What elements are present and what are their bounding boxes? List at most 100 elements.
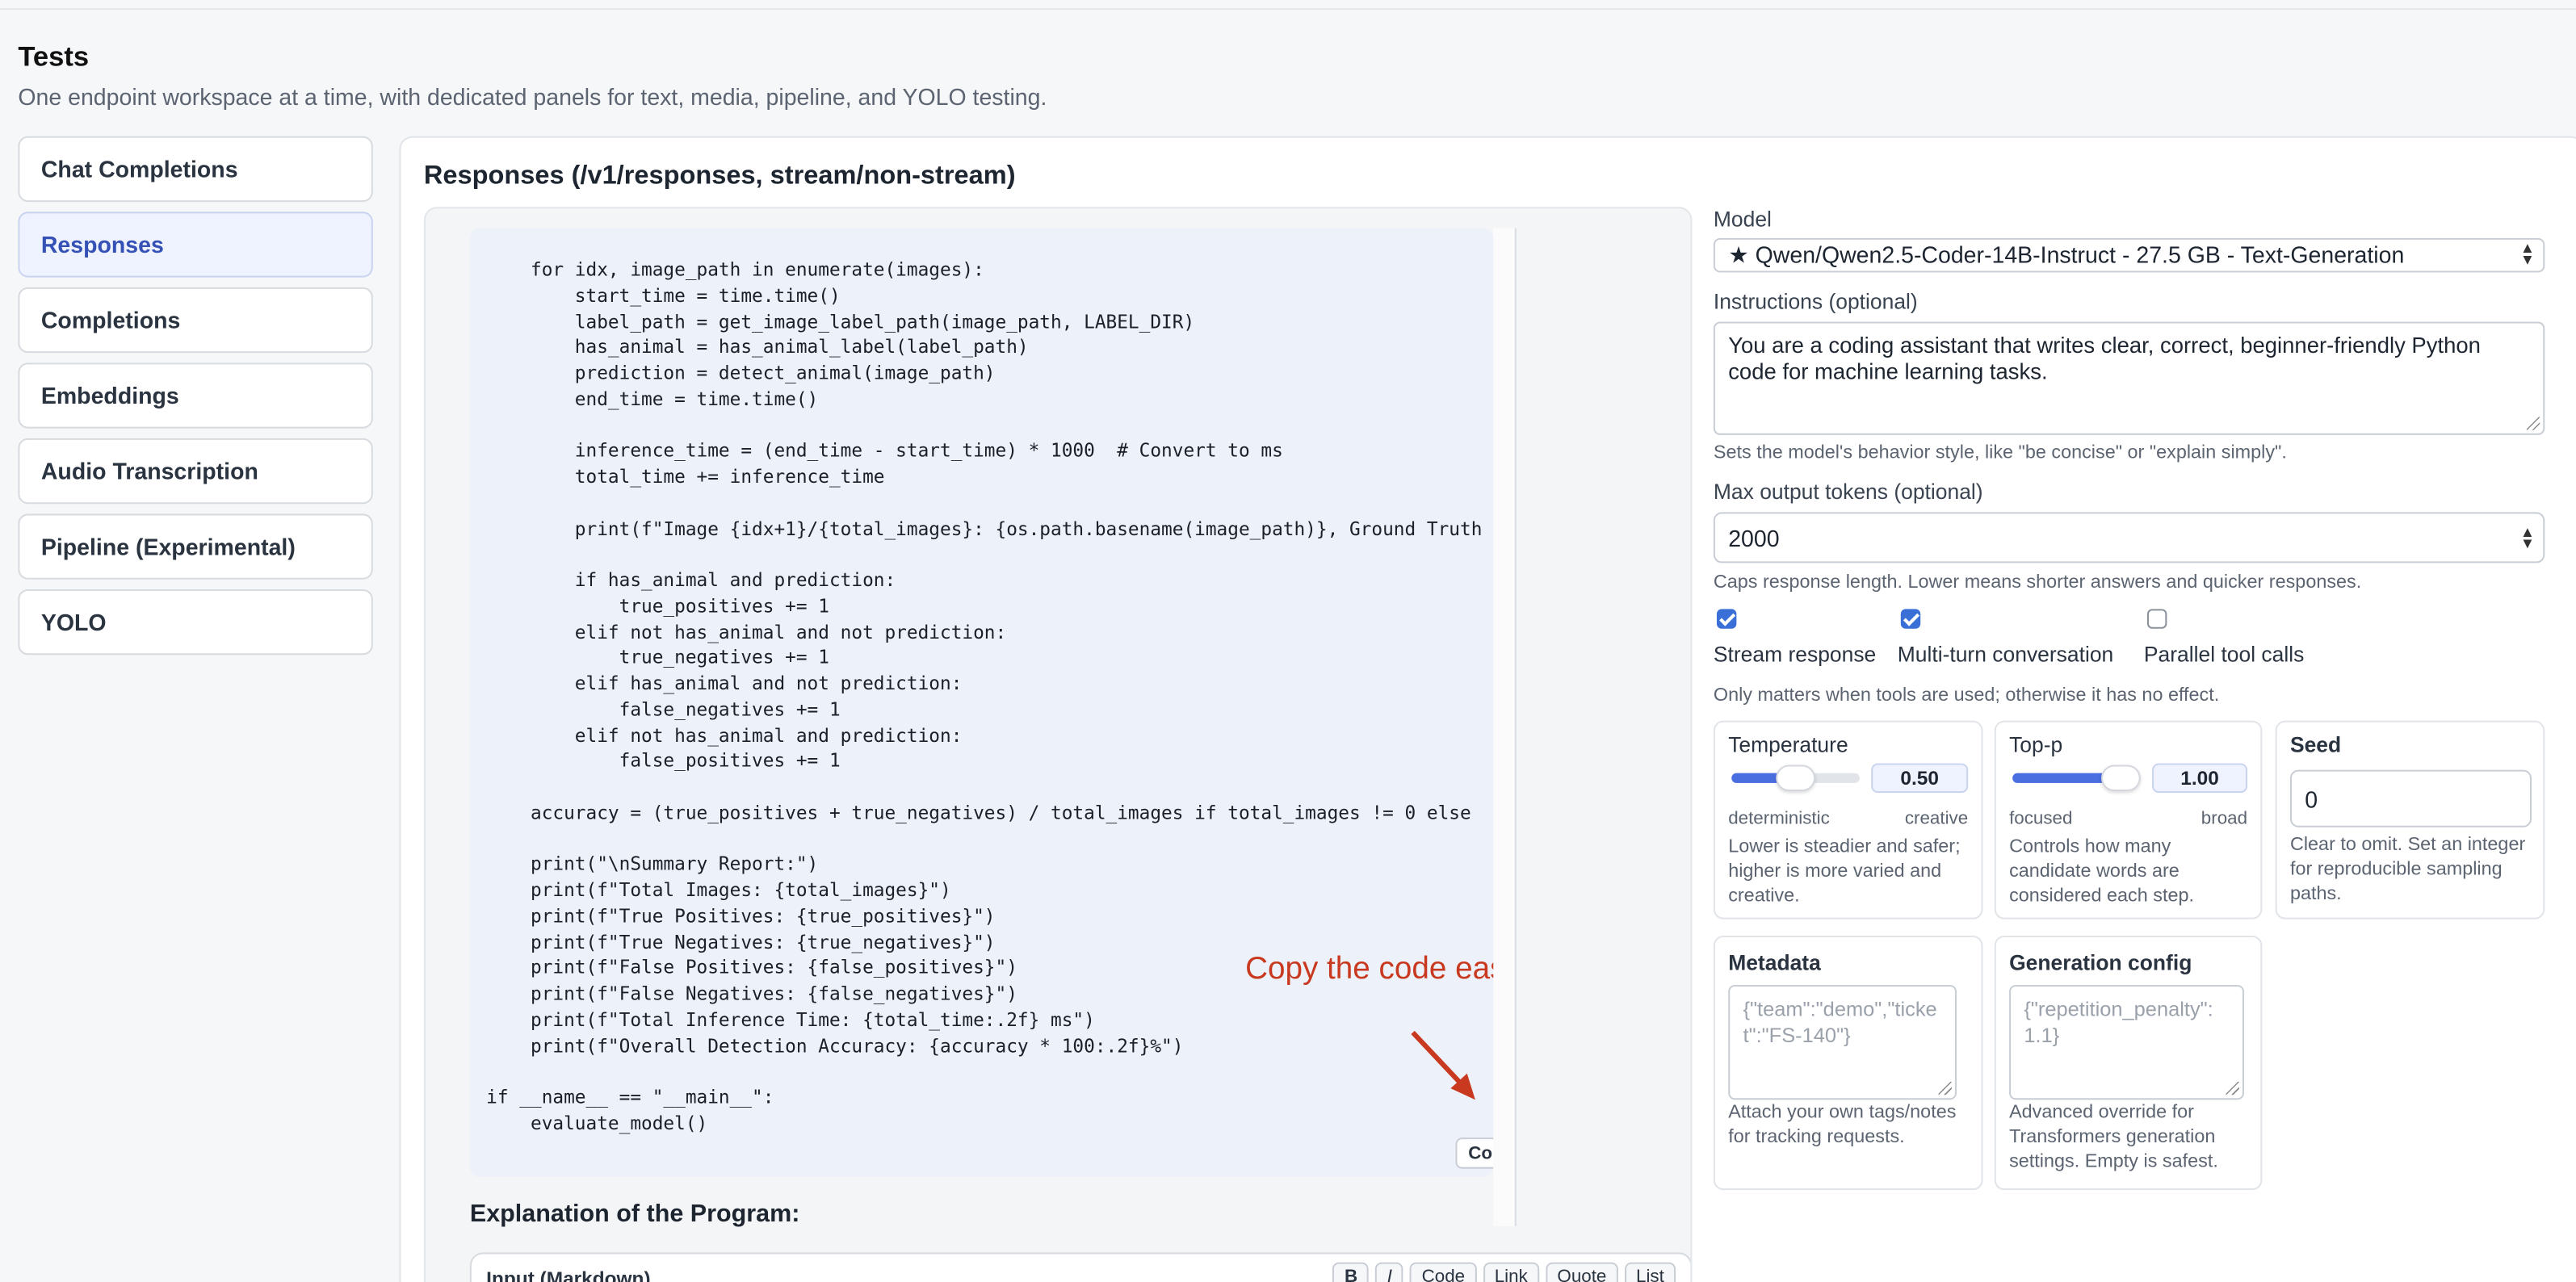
metadata-label: Metadata [1728, 950, 1821, 975]
multiturn-label: Multi-turn conversation [1897, 642, 2114, 667]
code-line: evaluate_model() [486, 1112, 708, 1134]
instructions-textarea[interactable]: You are a coding assistant that writes c… [1713, 321, 2545, 435]
markdown-toolbar: B I Code Link Quote List [1332, 1262, 1676, 1282]
explanation-heading: Explanation of the Program: [469, 1200, 800, 1228]
list-button[interactable]: List [1624, 1262, 1676, 1282]
bold-button[interactable]: B [1332, 1262, 1370, 1282]
seed-label: Seed [2289, 731, 2342, 757]
input-label: Input (Markdown) [486, 1267, 651, 1282]
select-arrows-icon: ▲ ▼ [2519, 239, 2536, 268]
code-line: print(f"Overall Detection Accuracy: {acc… [486, 1034, 1184, 1057]
code-line: end_time = time.time() [486, 388, 819, 410]
generation-config-label: Generation config [2009, 950, 2192, 975]
page-title: Tests [18, 40, 90, 73]
generation-config-textarea[interactable]: {"repetition_penalty": 1.1} [2009, 984, 2244, 1100]
instructions-label: Instructions (optional) [1713, 288, 1918, 314]
top-p-slider[interactable] [2012, 765, 2141, 792]
page-subtitle: One endpoint workspace at a time, with d… [18, 83, 1047, 111]
copy-button[interactable]: Copy [1455, 1137, 1494, 1169]
stream-label: Stream response [1713, 642, 1877, 667]
resize-grip-icon[interactable] [2526, 417, 2540, 430]
chat-transcript[interactable]: for idx, image_path in enumerate(images)… [423, 207, 1693, 1282]
seed-desc: Clear to omit. Set an integer for reprod… [2289, 835, 2526, 905]
code-line: if has_animal and prediction: [486, 569, 896, 591]
transcript-scrollbar[interactable] [1493, 228, 1517, 1226]
parallel-tools-checkbox[interactable] [2146, 609, 2167, 629]
stream-option[interactable]: Stream response [1713, 609, 1898, 667]
code-line: total_time += inference_time [486, 466, 885, 488]
spinner-arrows-icon[interactable]: ▲ ▼ [2520, 525, 2535, 551]
temperature-label: Temperature [1728, 731, 1848, 757]
annotation-arrow-icon [1411, 1030, 1475, 1100]
max-tokens-input[interactable]: 2000 ▲ ▼ [1713, 512, 2545, 563]
top-p-desc: Controls how many candidate words are co… [2009, 836, 2195, 907]
seed-input[interactable]: 0 [2289, 769, 2532, 827]
link-button[interactable]: Link [1483, 1262, 1540, 1282]
app-root: Tests One endpoint workspace at a time, … [0, 0, 2576, 1282]
nav-item-yolo[interactable]: YOLO [18, 589, 373, 656]
model-select-value: ★ Qwen/Qwen2.5-Coder-14B-Instruct - 27.5… [1728, 241, 2405, 268]
top-p-thumb[interactable] [2100, 765, 2141, 792]
nav-item-audio-transcription[interactable]: Audio Transcription [18, 438, 373, 505]
temperature-thumb[interactable] [1776, 765, 1816, 792]
top-p-card: Top-p 1.00 focused broad Controls how ma… [1994, 720, 2263, 920]
param-cards: Temperature 0.50 deterministic creative … [1713, 706, 2545, 1198]
generation-config-card: Generation config {"repetition_penalty":… [1994, 935, 2263, 1191]
top-p-value[interactable]: 1.00 [2152, 763, 2248, 794]
multiturn-option[interactable]: Multi-turn conversation [1897, 609, 2144, 667]
nav-item-responses[interactable]: Responses [18, 212, 373, 278]
code-line: elif not has_animal and prediction: [486, 724, 963, 747]
code-line: prediction = detect_animal(image_path) [486, 362, 996, 384]
parallel-tools-label: Parallel tool calls [2143, 642, 2305, 667]
responses-panel: Responses (/v1/responses, stream/non-str… [399, 136, 2576, 1282]
top-divider [0, 8, 2576, 10]
code-line: true_positives += 1 [486, 595, 829, 618]
max-tokens-hint: Caps response length. Lower means shorte… [1713, 572, 2362, 593]
resize-grip-icon[interactable] [2226, 1081, 2239, 1096]
temperature-desc: Lower is steadier and safer; higher is m… [1728, 836, 1961, 907]
code-block: for idx, image_path in enumerate(images)… [469, 228, 1494, 1177]
nav-item-embeddings[interactable]: Embeddings [18, 362, 373, 429]
code-line: true_negatives += 1 [486, 647, 829, 669]
nav-item-completions[interactable]: Completions [18, 287, 373, 354]
top-p-label: Top-p [2009, 731, 2063, 757]
code-line: print(f"Total Inference Time: {total_tim… [486, 1008, 1095, 1031]
quote-button[interactable]: Quote [1546, 1262, 1618, 1282]
top-p-max-label: broad [2201, 809, 2248, 829]
endpoint-nav: Chat Completions Responses Completions E… [18, 136, 373, 665]
italic-button[interactable]: I [1375, 1262, 1404, 1282]
temperature-value[interactable]: 0.50 [1871, 763, 1969, 794]
metadata-textarea[interactable]: {"team":"demo","ticket":"FS-140"} [1728, 984, 1957, 1100]
nav-item-pipeline[interactable]: Pipeline (Experimental) [18, 513, 373, 580]
code-line: has_animal = has_animal_label(label_path… [486, 337, 1029, 358]
code-line: print("\nSummary Report:") [486, 853, 819, 876]
generation-config-desc: Advanced override for Transformers gener… [2009, 1103, 2218, 1172]
code-line: false_positives += 1 [486, 750, 841, 773]
nav-item-chat-completions[interactable]: Chat Completions [18, 136, 373, 203]
parallel-tools-option[interactable]: Parallel tool calls [2143, 609, 2305, 667]
model-select[interactable]: ★ Qwen/Qwen2.5-Coder-14B-Instruct - 27.5… [1713, 237, 2545, 273]
code-line: elif has_animal and not prediction: [486, 672, 963, 695]
code-line: print(f"Image {idx+1}/{total_images}: {o… [486, 517, 1483, 539]
seed-card: Seed 0 Clear to omit. Set an integer for… [2275, 720, 2545, 920]
code-line: if __name__ == "__main__": [486, 1087, 774, 1108]
instructions-hint: Sets the model's behavior style, like "b… [1713, 442, 2287, 463]
tools-hint: Only matters when tools are used; otherw… [1713, 685, 2220, 706]
code-button[interactable]: Code [1410, 1262, 1477, 1282]
stream-checkbox[interactable] [1716, 609, 1737, 629]
markdown-input[interactable]: Input (Markdown) B I Code Link Quote Lis… [469, 1252, 1691, 1282]
top-p-min-label: focused [2009, 809, 2073, 829]
max-tokens-label: Max output tokens (optional) [1713, 479, 1983, 505]
resize-grip-icon[interactable] [1938, 1081, 1952, 1096]
settings-column: Model ★ Qwen/Qwen2.5-Coder-14B-Instruct … [1713, 207, 2545, 1198]
multiturn-checkbox[interactable] [1900, 609, 1921, 629]
code-line: elif not has_animal and not prediction: [486, 621, 1007, 643]
code-line: for idx, image_path in enumerate(images)… [486, 259, 984, 281]
temperature-slider[interactable] [1731, 765, 1860, 792]
code-line: print(f"True Positives: {true_positives}… [486, 905, 996, 928]
